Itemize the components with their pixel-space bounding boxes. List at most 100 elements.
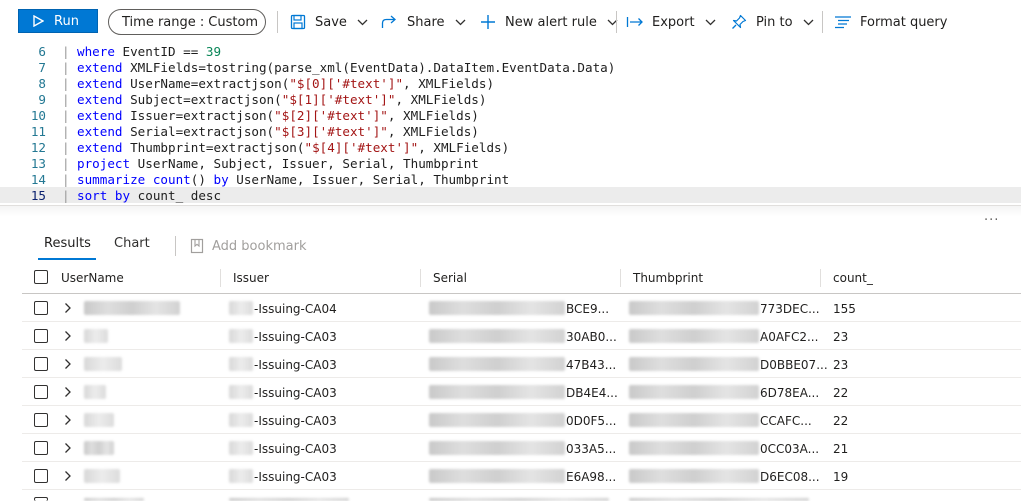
thumbprint-cell: 0CC03A... [760, 442, 820, 456]
new-alert-rule-button[interactable]: New alert rule [479, 11, 618, 33]
redacted-issuer-prefix [229, 329, 253, 343]
redacted-username [84, 413, 114, 427]
line-number: 10 [30, 107, 46, 123]
serial-cell: 033A5... [566, 442, 617, 456]
pin-label: Pin to [756, 14, 793, 30]
chevron-down-icon [357, 19, 368, 26]
pipe-operator: | [62, 139, 70, 155]
table-row[interactable]: -Issuing-CA03 30AB0... A0AFC2... 23 [22, 322, 1021, 350]
column-header-serial[interactable]: Serial [433, 271, 467, 285]
column-resizer[interactable] [820, 269, 821, 287]
row-checkbox[interactable] [34, 357, 48, 371]
serial-cell: 30AB0... [566, 330, 617, 344]
chevron-right-icon[interactable] [64, 414, 72, 426]
add-bookmark-button[interactable]: Add bookmark [190, 238, 307, 254]
row-checkbox[interactable] [34, 497, 48, 501]
code-line: 14 | summarize count() by UserName, Issu… [0, 171, 1021, 187]
serial-cell: BCE9... [566, 302, 610, 316]
count-cell: 22 [833, 386, 849, 400]
pin-to-button[interactable]: Pin to [730, 11, 814, 33]
row-checkbox[interactable] [34, 385, 48, 399]
column-header-thumbprint[interactable]: Thumbprint [633, 271, 703, 285]
serial-cell: E6A98... [566, 470, 617, 484]
issuer-cell: -Issuing-CA03 [254, 330, 337, 344]
line-number: 6 [38, 43, 46, 59]
line-number: 12 [30, 139, 46, 155]
redacted-thumbprint-prefix [629, 413, 759, 427]
redacted-serial-prefix [429, 357, 565, 371]
pin-icon [730, 13, 748, 31]
row-checkbox[interactable] [34, 469, 48, 483]
more-options-icon[interactable]: ··· [984, 213, 999, 228]
column-resizer[interactable] [420, 269, 421, 287]
issuer-cell: -Issuing-CA03 [254, 386, 337, 400]
pipe-operator: | [62, 123, 70, 139]
query-toolbar: Run Time range : Custom Save Share New a… [0, 0, 1021, 42]
chevron-right-icon[interactable] [64, 358, 72, 370]
save-label: Save [315, 14, 347, 30]
table-row[interactable]: -Issuing-CA03 0D0F5... CCAFC... 22 [22, 406, 1021, 434]
select-all-checkbox[interactable] [34, 270, 48, 284]
issuer-cell: -Issuing-CA03 [254, 414, 337, 428]
line-number: 14 [30, 171, 46, 187]
pipe-operator: | [62, 75, 70, 91]
toolbar-divider [616, 11, 617, 33]
chevron-right-icon[interactable] [64, 470, 72, 482]
tab-chart[interactable]: Chart [114, 236, 150, 251]
row-checkbox[interactable] [34, 301, 48, 315]
column-header-issuer[interactable]: Issuer [233, 271, 269, 285]
pipe-operator: | [62, 59, 70, 75]
table-row[interactable]: -Issuing-CA03 47B43... D0BBE07... 23 [22, 350, 1021, 378]
export-icon [626, 13, 644, 31]
table-row[interactable]: -Issuing-CA03 DB4E4... 6D78EA... 22 [22, 378, 1021, 406]
format-query-label: Format query [860, 14, 948, 30]
redacted-username [84, 385, 106, 399]
chevron-right-icon[interactable] [64, 302, 72, 314]
table-row[interactable]: -Issuing-CA03 E6A98... D6EC08... 19 [22, 462, 1021, 490]
serial-cell: 0D0F5... [566, 414, 617, 428]
code-line: 8 | extend UserName=extractjson("$[0]['#… [0, 75, 1021, 91]
thumbprint-cell: 6D78EA... [760, 386, 820, 400]
chevron-right-icon[interactable] [64, 442, 72, 454]
share-button[interactable]: Share [381, 11, 466, 33]
chevron-right-icon[interactable] [64, 330, 72, 342]
column-header-count[interactable]: count_ [833, 271, 873, 285]
time-range-picker[interactable]: Time range : Custom [108, 9, 266, 35]
redacted-username [84, 441, 114, 455]
table-row[interactable]: -Issuing-CA03 033A5... 0CC03A... 21 [22, 434, 1021, 462]
save-button[interactable]: Save [289, 11, 368, 33]
chevron-down-icon [705, 19, 716, 26]
query-editor[interactable]: 6 | where EventID == 39 7 | extend XMLFi… [0, 42, 1021, 207]
redacted-issuer-prefix [229, 441, 253, 455]
table-row[interactable]: -Issuing-CA04 BCE9... 773DEC... 155 [22, 294, 1021, 322]
count-cell: 23 [833, 358, 849, 372]
count-cell: 155 [833, 302, 856, 316]
format-query-button[interactable]: Format query [834, 11, 947, 33]
redacted-issuer-prefix [229, 469, 253, 483]
chevron-right-icon[interactable] [64, 386, 72, 398]
code-line: 10 | extend Issuer=extractjson("$[2]['#t… [0, 107, 1021, 123]
column-resizer[interactable] [620, 269, 621, 287]
row-checkbox[interactable] [34, 441, 48, 455]
export-label: Export [652, 14, 695, 30]
column-resizer[interactable] [220, 269, 221, 287]
toolbar-divider [822, 11, 823, 33]
code-line: 12 | extend Thumbprint=extractjson("$[4]… [0, 139, 1021, 155]
code-line-active: 15 | sort by count_ desc [0, 187, 1021, 203]
redacted-thumbprint-prefix [629, 357, 759, 371]
time-range-value: Custom [208, 14, 259, 30]
issuer-cell: -Issuing-CA03 [254, 470, 337, 484]
redacted-thumbprint-prefix [629, 301, 759, 315]
thumbprint-cell: 773DEC... [760, 302, 820, 316]
format-query-icon [834, 13, 852, 31]
table-row-partial[interactable] [22, 490, 1021, 501]
export-button[interactable]: Export [626, 11, 716, 33]
row-checkbox[interactable] [34, 413, 48, 427]
run-button[interactable]: Run [18, 9, 98, 33]
row-checkbox[interactable] [34, 329, 48, 343]
column-header-username[interactable]: UserName [61, 271, 124, 285]
time-range-label: Time range : [122, 14, 205, 30]
tab-results[interactable]: Results [44, 236, 91, 251]
plus-icon [479, 13, 497, 31]
editor-divider[interactable] [0, 205, 1021, 217]
